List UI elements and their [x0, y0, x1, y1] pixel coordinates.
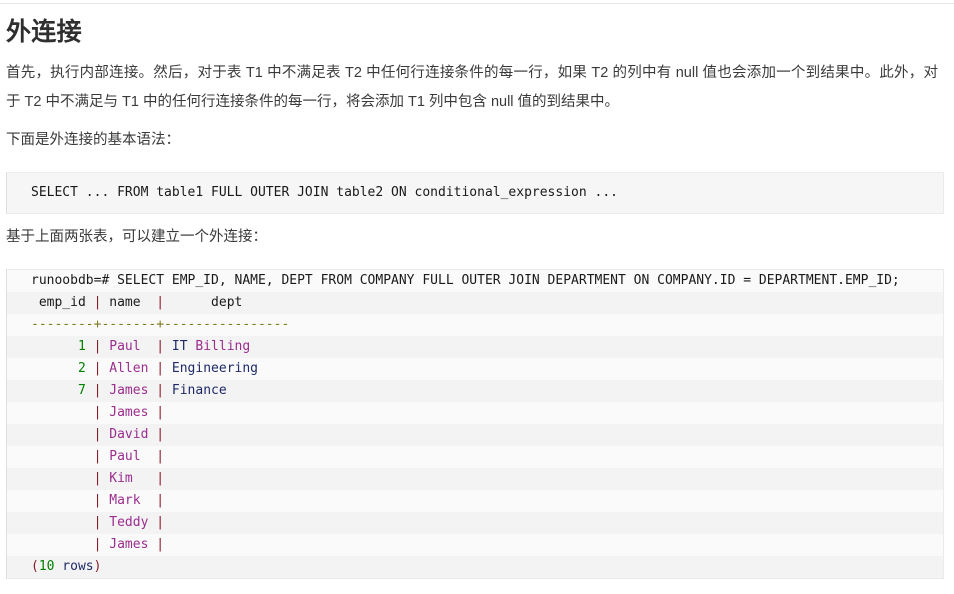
code-line-syntax: SELECT ... FROM table1 FULL OUTER JOIN t… [31, 185, 618, 200]
table-row: 7 | James | Finance [7, 380, 943, 402]
code-line-command: runoobdb=# SELECT EMP_ID, NAME, DEPT FRO… [7, 270, 943, 292]
code-line-column-headers: emp_id | name | dept [7, 292, 943, 314]
page-title: 外连接 [6, 18, 82, 46]
intro-paragraph: 首先，执行内部连接。然后，对于表 T1 中不满足表 T2 中任何行连接条件的每一… [6, 65, 938, 110]
sql-output-block[interactable]: runoobdb=# SELECT EMP_ID, NAME, DEPT FRO… [6, 269, 944, 579]
table-row: 1 | Paul | IT Billing [7, 336, 943, 358]
syntax-lead-paragraph: 下面是外连接的基本语法： [6, 132, 180, 148]
page-root: 外连接 首先，执行内部连接。然后，对于表 T1 中不满足表 T2 中任何行连接条… [0, 0, 954, 594]
syntax-code-block[interactable]: SELECT ... FROM table1 FULL OUTER JOIN t… [6, 172, 944, 214]
row-count-footer: (10 rows) [7, 556, 943, 578]
article-content: 外连接 首先，执行内部连接。然后，对于表 T1 中不满足表 T2 中任何行连接条… [0, 0, 954, 579]
table-row: 2 | Allen | Engineering [7, 358, 943, 380]
table-row: | Paul | [7, 446, 943, 468]
table-row: | David | [7, 424, 943, 446]
table-row: | James | [7, 534, 943, 556]
table-row: | Teddy | [7, 512, 943, 534]
table-row: | Kim | [7, 468, 943, 490]
table-row: | James | [7, 402, 943, 424]
code-line-separator: --------+-------+---------------- [7, 314, 943, 336]
table-row: | Mark | [7, 490, 943, 512]
example-lead-paragraph: 基于上面两张表，可以建立一个外连接： [6, 229, 267, 245]
